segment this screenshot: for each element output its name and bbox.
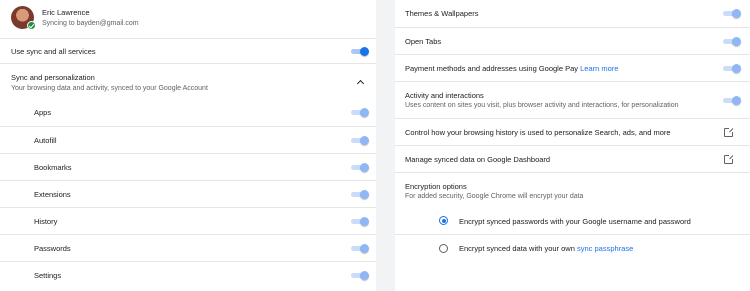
sync-item-toggle[interactable] (350, 244, 369, 253)
sync-item-row[interactable]: Autofill (0, 126, 376, 153)
open-tabs-toggle[interactable] (722, 36, 741, 46)
manage-dashboard-label: Manage synced data on Google Dashboard (405, 154, 551, 164)
sync-item-toggle[interactable] (350, 271, 369, 280)
sync-item-toggle[interactable] (350, 108, 369, 117)
encrypt-option-2-label: Encrypt synced data with your own sync p… (459, 244, 633, 253)
sync-item-label: History (34, 216, 58, 226)
sync-personalization-row[interactable]: Sync and personalization Your browsing d… (0, 63, 376, 99)
activity-toggle[interactable] (722, 96, 741, 105)
sync-settings-right-panel: Themes & Wallpapers Open Tabs Payment me… (395, 0, 750, 291)
sync-settings-left-panel: Eric Lawrence Syncing to bayden@gmail.co… (0, 0, 376, 291)
sync-item-toggle[interactable] (350, 136, 369, 145)
account-sync-status: Syncing to bayden@gmail.com (42, 20, 139, 27)
control-history-label: Control how your browsing history is use… (405, 127, 671, 137)
sync-item-row[interactable]: Bookmarks (0, 153, 376, 180)
activity-title: Activity and interactions (405, 91, 484, 100)
encryption-options-header: Encryption options For added security, G… (395, 172, 750, 204)
sync-item-label: Passwords (34, 243, 71, 253)
sync-item-toggle[interactable] (350, 190, 369, 199)
sync-item-label: Apps (34, 108, 52, 117)
sync-item-toggle[interactable] (350, 163, 369, 172)
encryption-subtitle: For added security, Google Chrome will e… (405, 193, 584, 200)
sync-item-row[interactable]: Settings (0, 261, 376, 288)
sync-item-label: Autofill (34, 135, 57, 145)
chevron-up-icon[interactable] (357, 79, 364, 86)
external-link-icon[interactable] (724, 127, 734, 137)
sync-item-label: Settings (34, 270, 62, 280)
encrypt-option-2-radio[interactable] (439, 244, 448, 253)
sync-passphrase-link[interactable]: sync passphrase (577, 244, 633, 253)
control-history-row[interactable]: Control how your browsing history is use… (395, 118, 750, 145)
use-sync-toggle[interactable] (350, 46, 369, 56)
encryption-title: Encryption options (405, 182, 467, 191)
sync-item-themes-row[interactable]: Themes & Wallpapers (395, 0, 750, 27)
encrypt-option-1-radio[interactable] (439, 216, 448, 225)
activity-interactions-row[interactable]: Activity and interactions Uses content o… (395, 81, 750, 118)
sync-item-open-tabs-row[interactable]: Open Tabs (395, 27, 750, 54)
use-sync-row[interactable]: Use sync and all services (0, 38, 376, 63)
payment-label: Payment methods and addresses using Goog… (405, 64, 618, 73)
themes-toggle[interactable] (722, 9, 741, 18)
sync-personalization-subtitle: Your browsing data and activity, synced … (11, 85, 208, 92)
sync-check-icon (27, 21, 36, 30)
use-sync-label: Use sync and all services (11, 46, 96, 56)
encrypt-option-2-row[interactable]: Encrypt synced data with your own sync p… (395, 234, 750, 261)
themes-label: Themes & Wallpapers (405, 9, 479, 18)
encrypt-option-1-label: Encrypt synced passwords with your Googl… (459, 216, 691, 226)
learn-more-link[interactable]: Learn more (580, 64, 618, 73)
sync-item-label: Extensions (34, 189, 71, 199)
payment-toggle[interactable] (722, 63, 741, 73)
sync-item-row[interactable]: Passwords (0, 234, 376, 261)
sync-personalization-title: Sync and personalization (11, 73, 95, 82)
open-tabs-label: Open Tabs (405, 36, 442, 46)
sync-item-row[interactable]: History (0, 207, 376, 234)
activity-subtitle: Uses content on sites you visit, plus br… (405, 102, 679, 109)
manage-dashboard-row[interactable]: Manage synced data on Google Dashboard (395, 145, 750, 172)
payment-text: Payment methods and addresses using Goog… (405, 63, 579, 73)
account-name: Eric Lawrence (42, 8, 90, 17)
encrypt-option-2-text: Encrypt synced data with your own (459, 243, 575, 253)
encrypt-option-1-row[interactable]: Encrypt synced passwords with your Googl… (395, 208, 750, 234)
sync-item-toggle[interactable] (350, 217, 369, 226)
sync-item-row[interactable]: Apps (0, 99, 376, 126)
sync-item-payment-row[interactable]: Payment methods and addresses using Goog… (395, 54, 750, 81)
sync-item-row[interactable]: Extensions (0, 180, 376, 207)
external-link-icon[interactable] (724, 154, 734, 164)
sync-item-label: Bookmarks (34, 162, 72, 172)
